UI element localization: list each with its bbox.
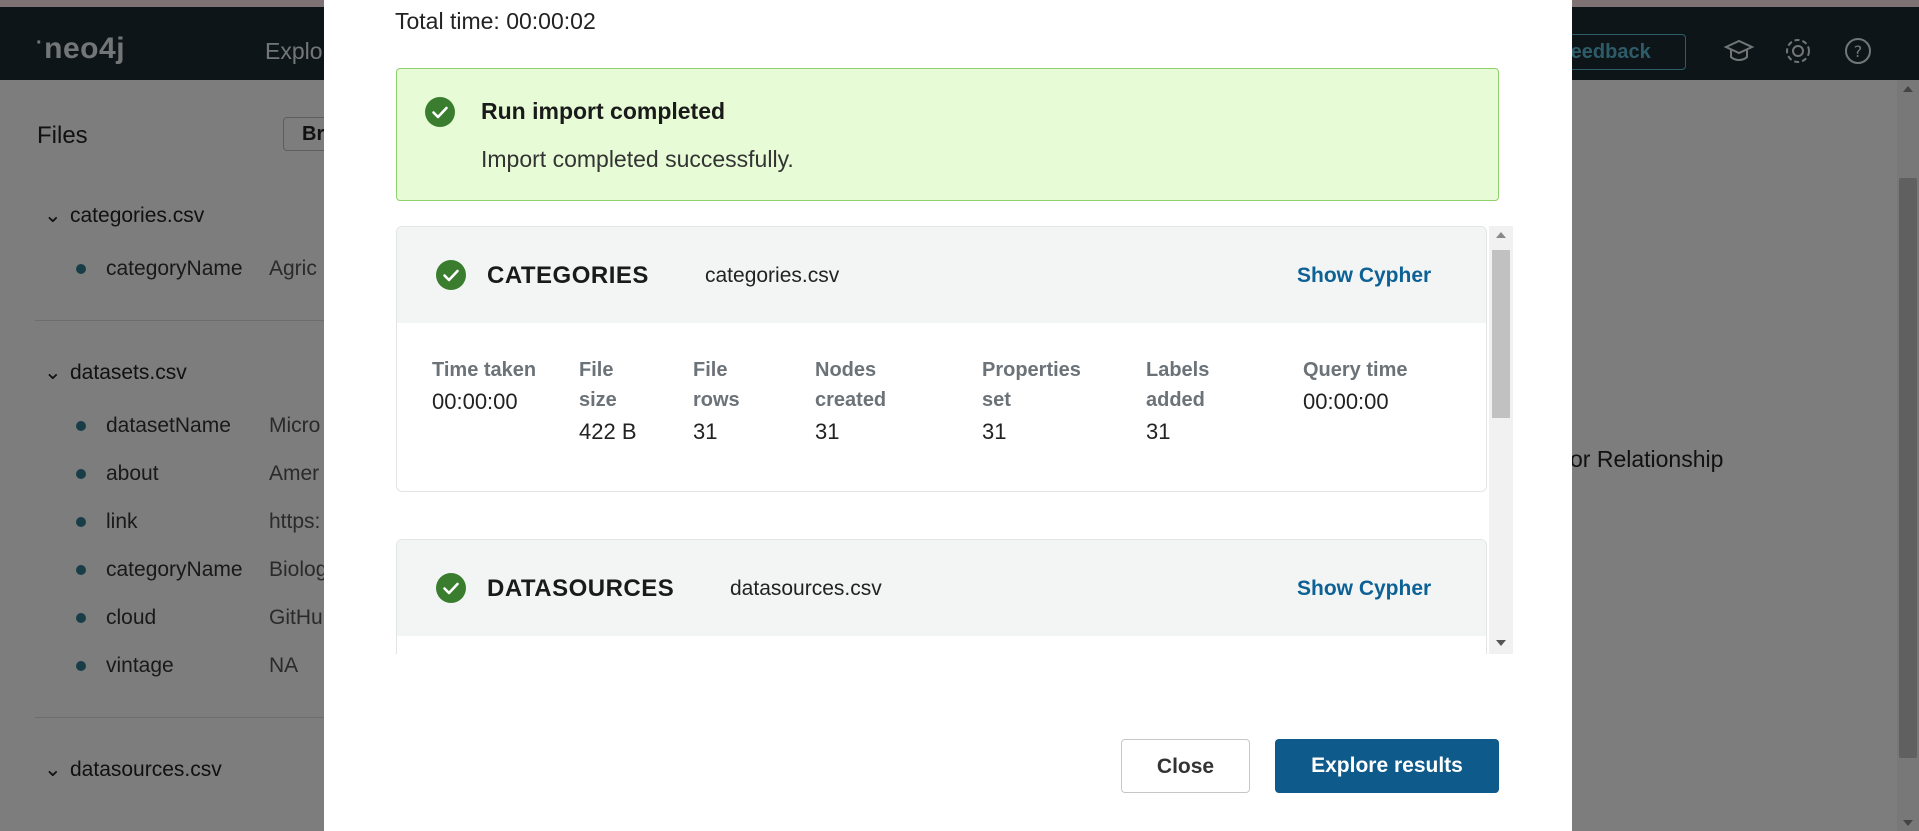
success-check-icon [436, 573, 466, 603]
explore-results-button[interactable]: Explore results [1275, 739, 1499, 793]
stat-query-time: Query time 00:00:00 [1303, 359, 1408, 414]
result-card-header: CATEGORIES categories.csv Show Cypher [397, 227, 1486, 323]
close-button[interactable]: Close [1121, 739, 1250, 793]
stat-time-taken: Time taken 00:00:00 [432, 359, 537, 414]
show-cypher-link[interactable]: Show Cypher [1297, 577, 1431, 601]
total-time-text: Total time: 00:00:02 [395, 8, 596, 34]
success-banner: Run import completed Import completed su… [396, 68, 1499, 201]
success-check-icon [436, 260, 466, 290]
results-scrollbar-thumb[interactable] [1492, 250, 1510, 418]
result-card-categories: CATEGORIES categories.csv Show Cypher Ti… [396, 226, 1487, 492]
stat-properties-set: Properties set 31 [982, 359, 1081, 444]
result-file-name: categories.csv [705, 264, 840, 287]
import-results-modal: Total time: 00:00:02 Run import complete… [324, 0, 1572, 831]
stat-labels-added: Labels added 31 [1146, 359, 1210, 444]
scroll-down-arrow-icon[interactable] [1496, 640, 1506, 646]
stat-file-rows: File rows 31 [693, 359, 740, 444]
result-label: DATASOURCES [487, 575, 675, 602]
results-list[interactable]: CATEGORIES categories.csv Show Cypher Ti… [396, 226, 1529, 654]
result-file-name: datasources.csv [730, 577, 882, 600]
result-label: CATEGORIES [487, 262, 649, 289]
stat-nodes-created: Nodes created 31 [815, 359, 887, 444]
success-title: Run import completed [481, 98, 726, 124]
result-card-header: DATASOURCES datasources.csv Show Cypher [397, 540, 1486, 636]
show-cypher-link[interactable]: Show Cypher [1297, 264, 1431, 288]
scroll-up-arrow-icon[interactable] [1496, 232, 1506, 238]
result-card-datasources: DATASOURCES datasources.csv Show Cypher [396, 539, 1487, 654]
success-check-icon [425, 97, 455, 127]
success-message: Import completed successfully. [481, 146, 794, 172]
stat-file-size: File size 422 B [579, 359, 637, 444]
